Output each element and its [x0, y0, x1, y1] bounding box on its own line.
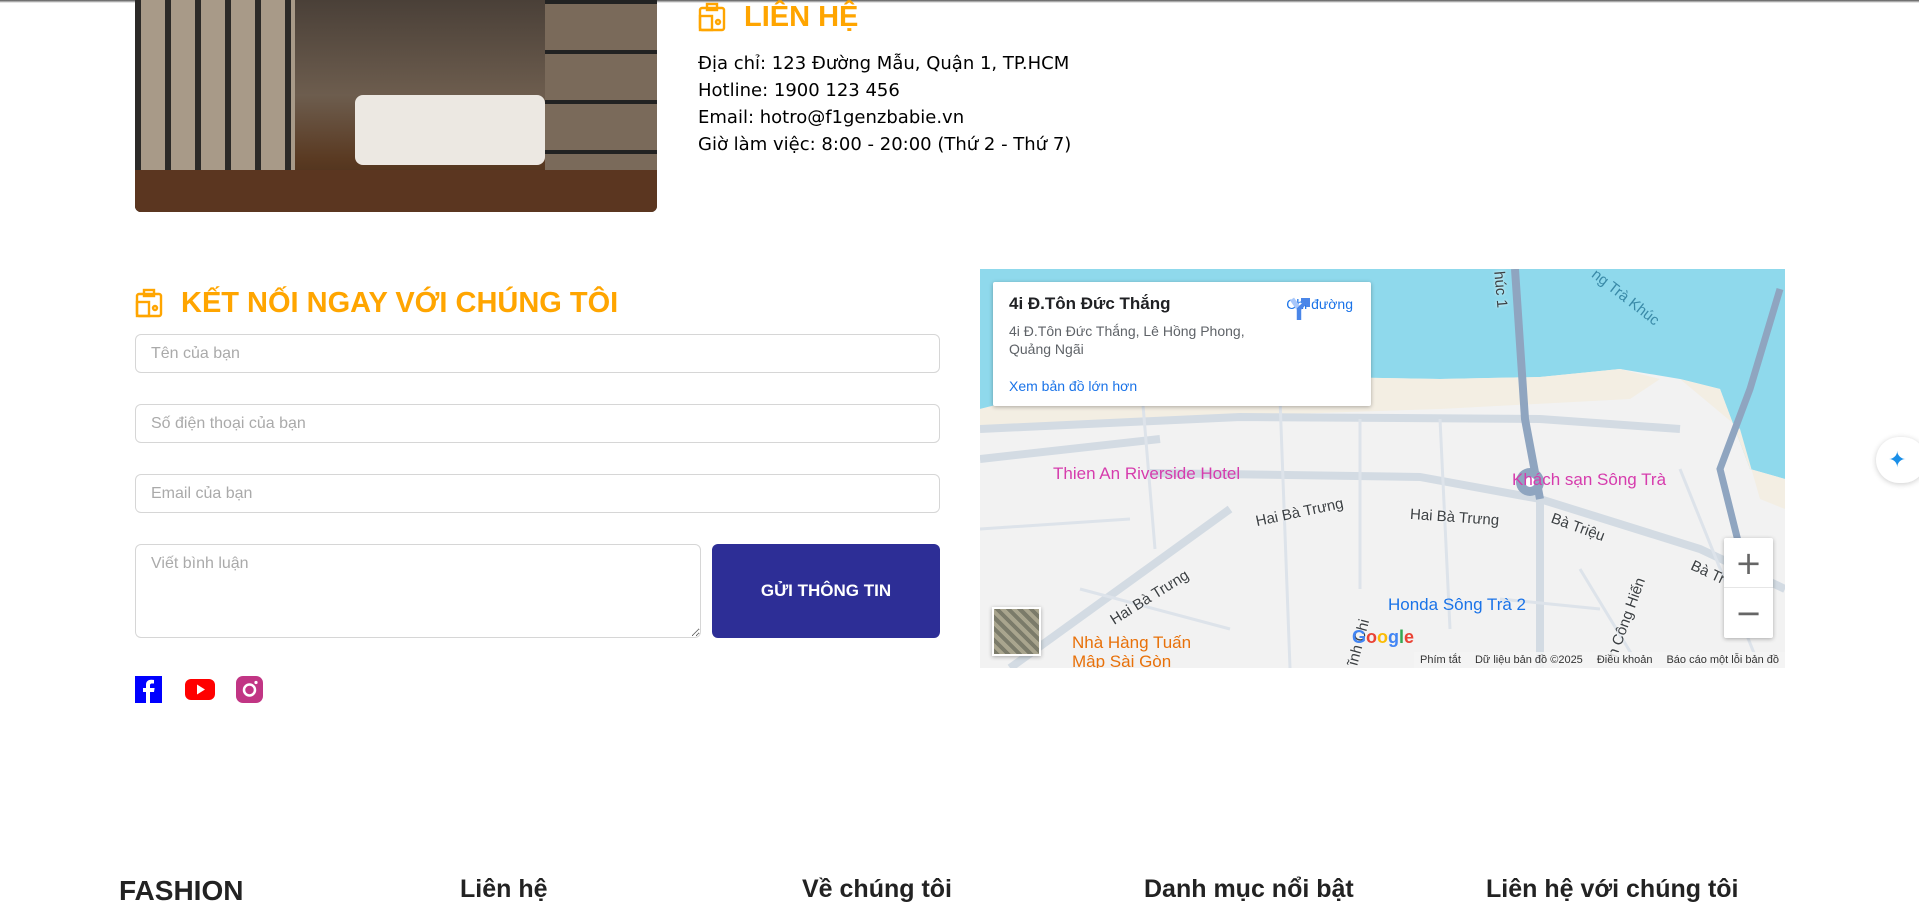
phone-input[interactable]: [135, 404, 940, 443]
submit-button[interactable]: GỬI THÔNG TIN: [712, 544, 940, 638]
street-label: húc 1: [1490, 270, 1511, 309]
terms-link[interactable]: Điều khoản: [1597, 654, 1653, 666]
poi-hotel-thien-an[interactable]: Thien An Riverside Hotel: [1053, 464, 1240, 484]
zoom-in-button[interactable]: +: [1724, 538, 1773, 588]
zoom-out-button[interactable]: −: [1724, 588, 1773, 638]
directions-button[interactable]: Chỉ đường: [1286, 296, 1353, 320]
email-input[interactable]: [135, 474, 940, 513]
contact-heading: LIÊN HỆ: [698, 0, 858, 34]
poi-hotel-song-tra[interactable]: Khách sạn Sông Trà: [1512, 470, 1666, 490]
comment-textarea[interactable]: [135, 544, 701, 638]
larger-map-link[interactable]: Xem bản đồ lớn hơn: [1009, 378, 1137, 394]
directions-icon: [1290, 297, 1311, 320]
place-info-card: 4i Đ.Tôn Đức Thắng 4i Đ.Tôn Đức Thắng, L…: [993, 282, 1371, 406]
instagram-icon[interactable]: [236, 676, 263, 703]
contact-info: Địa chỉ: 123 Đường Mẫu, Quận 1, TP.HCM H…: [698, 50, 1071, 158]
clipboard-icon: [135, 288, 163, 318]
satellite-toggle[interactable]: [992, 607, 1041, 656]
zoom-controls: + −: [1724, 538, 1773, 638]
sparkle-drop-icon: ✦: [1888, 447, 1907, 473]
contact-hotline: Hotline: 1900 123 456: [698, 80, 900, 101]
poi-restaurant[interactable]: Nhà Hàng Tuấn Mập Sài Gòn: [1072, 633, 1222, 668]
clipboard-icon: [698, 2, 726, 32]
contact-address: Địa chỉ: 123 Đường Mẫu, Quận 1, TP.HCM: [698, 53, 1070, 74]
contact-email: Email: hotro@f1genzbabie.vn: [698, 107, 965, 128]
youtube-icon[interactable]: [185, 676, 215, 703]
map-data-text: Dữ liệu bản đồ ©2025: [1474, 654, 1583, 666]
form-heading: KẾT NỐI NGAY VỚI CHÚNG TÔI: [135, 284, 618, 322]
map-attribution: Phím tắt Dữ liệu bản đồ ©2025 Điều khoản…: [1414, 652, 1785, 668]
footer-heading-about: Về chúng tôi: [802, 875, 952, 903]
store-photo: [135, 0, 657, 212]
contact-heading-text: LIÊN HỆ: [744, 0, 859, 33]
report-error-link[interactable]: Báo cáo một lỗi bản đồ: [1666, 654, 1779, 666]
facebook-icon[interactable]: [135, 676, 162, 703]
keyboard-shortcuts-link[interactable]: Phím tắt: [1420, 654, 1461, 666]
google-map[interactable]: 4i Đ.Tôn Đức Thắng 4i Đ.Tôn Đức Thắng, L…: [980, 269, 1785, 668]
google-logo: Google: [1352, 627, 1415, 647]
footer-heading-contact-us: Liên hệ với chúng tôi: [1486, 875, 1739, 903]
contact-hours: Giờ làm việc: 8:00 - 20:00 (Thứ 2 - Thứ …: [698, 134, 1072, 155]
footer-brand: FASHION: [119, 875, 244, 906]
name-input[interactable]: [135, 334, 940, 373]
poi-honda-song-tra[interactable]: Honda Sông Trà 2: [1388, 595, 1526, 615]
floating-widget-button[interactable]: ✦: [1876, 437, 1919, 483]
footer-heading-categories: Danh mục nổi bật: [1144, 875, 1354, 903]
footer-heading-contact: Liên hệ: [460, 875, 548, 903]
place-address: 4i Đ.Tôn Đức Thắng, Lê Hồng Phong, Quảng…: [1009, 323, 1245, 357]
form-heading-text: KẾT NỐI NGAY VỚI CHÚNG TÔI: [181, 286, 619, 319]
